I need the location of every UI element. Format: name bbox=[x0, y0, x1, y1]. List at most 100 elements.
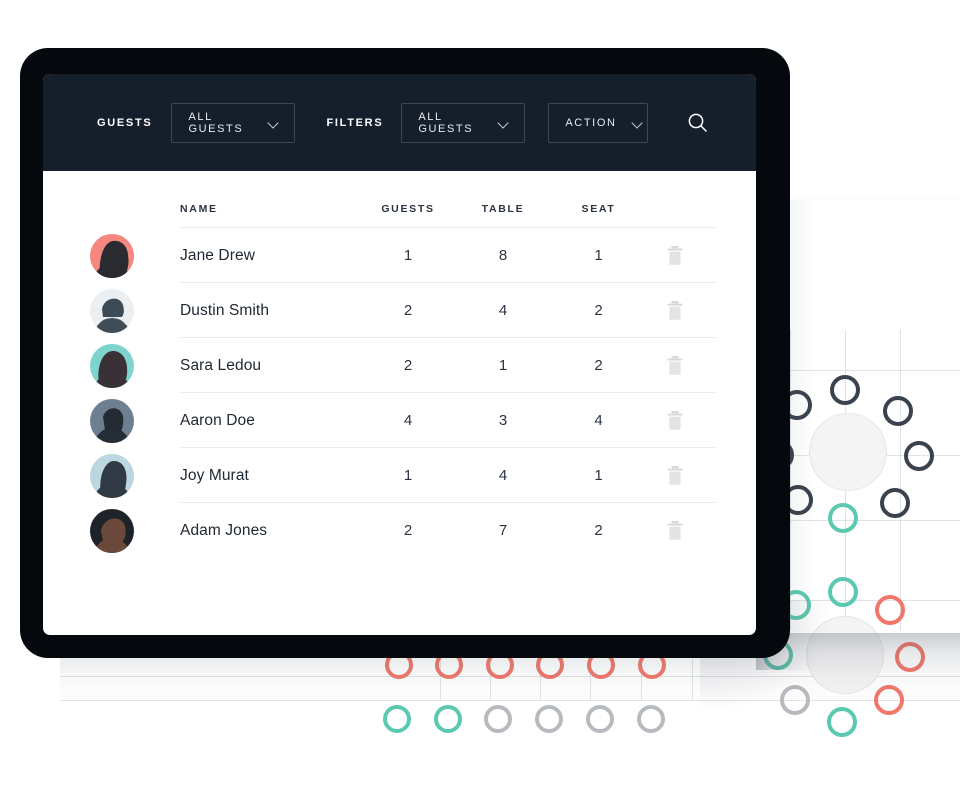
table-header: NAME GUESTS TABLE SEAT bbox=[180, 171, 716, 228]
column-header-table: TABLE bbox=[481, 203, 525, 215]
seat-ring-teal bbox=[828, 503, 858, 533]
avatar-cell bbox=[43, 508, 180, 553]
seat-number: 1 bbox=[594, 247, 603, 264]
seat-ring-teal bbox=[383, 705, 411, 733]
guests-label: GUESTS bbox=[97, 116, 153, 129]
seat-number: 2 bbox=[594, 302, 603, 319]
table-number: 8 bbox=[498, 247, 508, 264]
grid-line-vertical bbox=[790, 330, 791, 630]
seat-ring-gray bbox=[535, 705, 563, 733]
avatar-cell bbox=[43, 288, 180, 333]
guest-count: 1 bbox=[403, 247, 413, 264]
row-actions bbox=[646, 354, 756, 378]
column-header-actions bbox=[646, 215, 716, 227]
row-actions bbox=[646, 409, 756, 433]
table-number: 7 bbox=[498, 522, 508, 539]
avatar-cell bbox=[43, 398, 180, 443]
seat-ring-navy bbox=[883, 396, 913, 426]
seat-ring-teal bbox=[828, 577, 858, 607]
table-row[interactable]: Joy Murat 1 4 1 bbox=[43, 448, 756, 503]
table-body: Jane Drew 1 8 1 Dustin Smith 2 4 2 Sara … bbox=[43, 228, 756, 558]
table-row[interactable]: Dustin Smith 2 4 2 bbox=[43, 283, 756, 338]
guest-count: 4 bbox=[403, 412, 413, 429]
guest-table: NAME GUESTS TABLE SEAT Jane Drew 1 8 1 D… bbox=[43, 171, 756, 558]
seat-ring-coral bbox=[874, 685, 904, 715]
column-header-seat: SEAT bbox=[581, 203, 616, 215]
seat-ring-coral bbox=[875, 595, 905, 625]
filters-dropdown-value: ALL GUESTS bbox=[418, 110, 474, 135]
row-actions bbox=[646, 464, 756, 488]
seat-ring-navy bbox=[904, 441, 934, 471]
seat-ring-teal bbox=[434, 705, 462, 733]
filters-dropdown[interactable]: ALL GUESTS bbox=[401, 102, 526, 143]
table-number: 3 bbox=[498, 412, 508, 429]
chevron-down-icon bbox=[269, 118, 279, 128]
seat-number: 4 bbox=[594, 412, 603, 429]
round-table-bottom bbox=[806, 616, 884, 694]
filters-label: FILTERS bbox=[326, 116, 384, 129]
trash-icon[interactable] bbox=[664, 409, 686, 433]
row-actions bbox=[646, 519, 756, 543]
guests-dropdown[interactable]: ALL GUESTS bbox=[171, 102, 296, 143]
seat-number: 2 bbox=[594, 357, 603, 374]
seat-number: 2 bbox=[594, 522, 603, 539]
avatar-cell bbox=[43, 233, 180, 278]
table-number: 4 bbox=[498, 302, 508, 319]
guest-name: Aaron Doe bbox=[180, 411, 256, 429]
grid-line-vertical bbox=[900, 330, 901, 630]
seat-ring-gray bbox=[586, 705, 614, 733]
avatar-jane-drew bbox=[89, 233, 134, 278]
seat-ring-gray bbox=[484, 705, 512, 733]
chevron-down-icon bbox=[499, 118, 509, 128]
avatar-aaron-doe bbox=[89, 398, 134, 443]
trash-icon[interactable] bbox=[664, 244, 686, 268]
avatar-cell bbox=[43, 343, 180, 388]
avatar-dustin-smith bbox=[89, 288, 134, 333]
row-actions bbox=[646, 299, 756, 323]
avatar-cell bbox=[43, 453, 180, 498]
table-row[interactable]: Sara Ledou 2 1 2 bbox=[43, 338, 756, 393]
round-table-top bbox=[809, 413, 887, 491]
seat-ring-gray bbox=[637, 705, 665, 733]
search-icon[interactable] bbox=[682, 108, 712, 138]
guest-count: 2 bbox=[403, 302, 413, 319]
table-number: 4 bbox=[498, 467, 508, 484]
grid-line-horizontal bbox=[760, 370, 960, 371]
avatar-sara-ledou bbox=[89, 343, 134, 388]
column-header-guests: GUESTS bbox=[381, 203, 435, 215]
trash-icon[interactable] bbox=[664, 354, 686, 378]
row-actions bbox=[646, 244, 756, 268]
guest-name: Adam Jones bbox=[180, 521, 268, 539]
seat-number: 1 bbox=[594, 467, 603, 484]
seat-ring-gray bbox=[780, 685, 810, 715]
table-row[interactable]: Aaron Doe 4 3 4 bbox=[43, 393, 756, 448]
column-header-name: NAME bbox=[180, 203, 218, 215]
avatar-adam-jones bbox=[89, 508, 134, 553]
guest-count: 1 bbox=[403, 467, 413, 484]
table-row[interactable]: Adam Jones 2 7 2 bbox=[43, 503, 756, 558]
chevron-down-icon bbox=[633, 118, 643, 128]
guest-count: 2 bbox=[403, 522, 413, 539]
trash-icon[interactable] bbox=[664, 519, 686, 543]
table-row[interactable]: Jane Drew 1 8 1 bbox=[43, 228, 756, 283]
action-dropdown[interactable]: ACTION bbox=[548, 102, 649, 143]
seat-ring-navy bbox=[830, 375, 860, 405]
guest-name: Joy Murat bbox=[180, 466, 249, 484]
grid-line-horizontal bbox=[60, 700, 960, 701]
guest-list-card: GUESTS ALL GUESTS FILTERS ALL GUESTS ACT… bbox=[43, 74, 756, 635]
guest-count: 2 bbox=[403, 357, 413, 374]
toolbar: GUESTS ALL GUESTS FILTERS ALL GUESTS ACT… bbox=[43, 74, 756, 171]
guest-name: Sara Ledou bbox=[180, 356, 262, 374]
guest-name: Jane Drew bbox=[180, 246, 255, 264]
guest-name: Dustin Smith bbox=[180, 301, 270, 319]
guests-dropdown-value: ALL GUESTS bbox=[188, 110, 244, 135]
trash-icon[interactable] bbox=[664, 299, 686, 323]
grid-line-horizontal bbox=[760, 520, 960, 521]
table-number: 1 bbox=[498, 357, 508, 374]
seat-ring-teal bbox=[827, 707, 857, 737]
seat-ring-navy bbox=[880, 488, 910, 518]
action-dropdown-value: ACTION bbox=[565, 116, 617, 129]
seat-ring-coral bbox=[895, 642, 925, 672]
avatar-joy-murat bbox=[89, 453, 134, 498]
trash-icon[interactable] bbox=[664, 464, 686, 488]
